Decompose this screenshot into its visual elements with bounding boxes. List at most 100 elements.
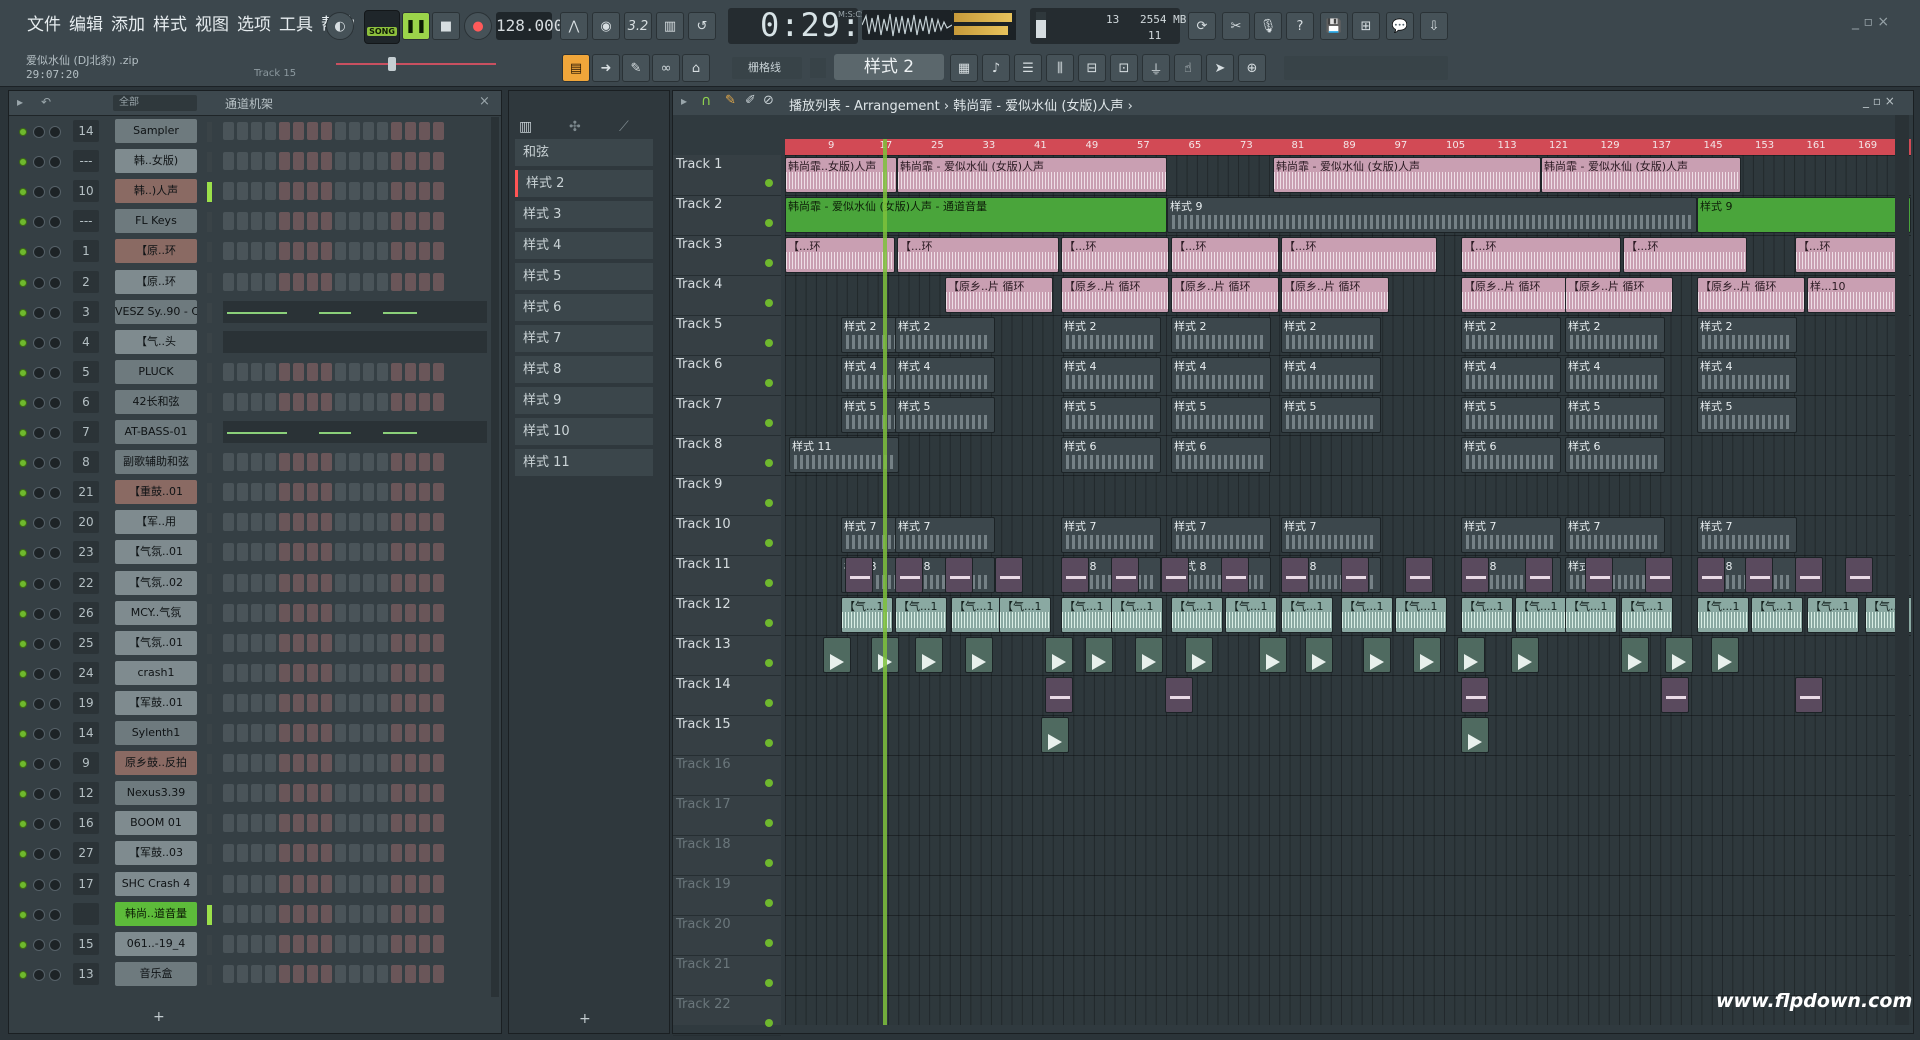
playlist-clip[interactable]: [1111, 557, 1139, 593]
playlist-clip[interactable]: 【...环: [785, 237, 895, 273]
step-button[interactable]: [251, 844, 262, 863]
step-button[interactable]: [279, 453, 290, 472]
step-button[interactable]: [279, 603, 290, 622]
volume-knob-icon[interactable]: [49, 366, 61, 379]
pan-knob-icon[interactable]: [33, 306, 45, 319]
browser-icon[interactable]: ⊟: [1078, 54, 1106, 82]
undo-icon[interactable]: ↶: [41, 95, 51, 109]
volume-knob-icon[interactable]: [49, 547, 61, 560]
step-button[interactable]: [391, 453, 402, 472]
channel-row[interactable]: 23 【气氛..01: [9, 538, 489, 568]
step-button[interactable]: [405, 693, 416, 712]
delete-tool-icon[interactable]: ⊘: [763, 93, 774, 108]
mixer-track-number[interactable]: 2: [73, 270, 99, 293]
mixer-track-number[interactable]: 5: [73, 360, 99, 383]
step-button[interactable]: [307, 272, 318, 291]
mixer-track-number[interactable]: 4: [73, 330, 99, 353]
step-button[interactable]: [405, 964, 416, 983]
step-button[interactable]: [293, 392, 304, 411]
stop-button[interactable]: ■: [432, 12, 460, 40]
step-button[interactable]: [321, 603, 332, 622]
volume-knob-icon[interactable]: [49, 156, 61, 169]
channel-name-button[interactable]: 【原..环: [115, 239, 197, 264]
step-button[interactable]: [377, 754, 388, 773]
channel-select-indicator[interactable]: [207, 302, 212, 323]
step-button[interactable]: [433, 483, 444, 502]
channel-select-indicator[interactable]: [207, 423, 212, 443]
playlist-clip[interactable]: [1061, 557, 1089, 593]
mute-led-icon[interactable]: [19, 158, 27, 167]
playlist-clip[interactable]: [1363, 637, 1391, 673]
step-button[interactable]: [433, 934, 444, 953]
step-button[interactable]: [223, 693, 234, 712]
channel-select-indicator[interactable]: [207, 122, 212, 142]
step-button[interactable]: [223, 392, 234, 411]
step-button[interactable]: [321, 964, 332, 983]
track-mute-led-icon[interactable]: [765, 379, 773, 387]
channel-row[interactable]: 8 副歌辅助和弦: [9, 448, 489, 478]
track-mute-led-icon[interactable]: [765, 259, 773, 267]
playlist-clip[interactable]: [1795, 677, 1823, 713]
playlist-clip[interactable]: 【原乡..片 循环: [1461, 277, 1569, 313]
step-button[interactable]: [237, 242, 248, 261]
step-button[interactable]: [335, 633, 346, 652]
volume-knob-icon[interactable]: [49, 276, 61, 289]
channel-name-button[interactable]: 【原..环: [115, 269, 197, 294]
step-sequence[interactable]: [223, 784, 444, 803]
step-sequencer-icon[interactable]: ♪: [982, 54, 1010, 82]
step-button[interactable]: [293, 784, 304, 803]
step-sequence[interactable]: [223, 754, 444, 773]
track-mute-led-icon[interactable]: [765, 539, 773, 547]
playlist-clip[interactable]: [1711, 637, 1739, 673]
step-button[interactable]: [237, 603, 248, 622]
mute-led-icon[interactable]: [19, 970, 27, 979]
step-button[interactable]: [405, 874, 416, 893]
mute-led-icon[interactable]: [19, 820, 27, 829]
step-button[interactable]: [335, 272, 346, 291]
step-button[interactable]: [223, 242, 234, 261]
channel-select-indicator[interactable]: [207, 332, 212, 353]
channel-row[interactable]: 14 Sampler: [9, 117, 489, 147]
track-header[interactable]: Track 4: [673, 275, 781, 316]
step-button[interactable]: [419, 964, 430, 983]
step-button[interactable]: [265, 182, 276, 201]
volume-knob-icon[interactable]: [49, 577, 61, 590]
playlist-clip[interactable]: 样式 5: [895, 397, 995, 433]
volume-knob-icon[interactable]: [49, 457, 61, 470]
step-button[interactable]: [279, 754, 290, 773]
mute-led-icon[interactable]: [19, 278, 27, 287]
step-button[interactable]: [419, 874, 430, 893]
step-button[interactable]: [363, 904, 374, 923]
step-button[interactable]: [433, 724, 444, 742]
step-button[interactable]: [433, 362, 444, 381]
step-button[interactable]: [363, 874, 374, 893]
step-sequence[interactable]: [223, 663, 444, 682]
channel-select-indicator[interactable]: [207, 934, 212, 955]
playlist-clip[interactable]: [1461, 677, 1489, 713]
channel-name-button[interactable]: PLUCK: [115, 359, 197, 384]
pan-knob-icon[interactable]: [33, 758, 45, 771]
mute-led-icon[interactable]: [19, 519, 27, 528]
step-button[interactable]: [265, 513, 276, 532]
step-button[interactable]: [265, 844, 276, 863]
step-button[interactable]: [433, 904, 444, 923]
playlist-clip[interactable]: [1161, 557, 1189, 593]
channel-row[interactable]: 21 【重鼓..01: [9, 478, 489, 508]
playlist-clip[interactable]: 【原乡..片 循环: [1061, 277, 1169, 313]
step-button[interactable]: [279, 844, 290, 863]
playlist-clip[interactable]: [1165, 677, 1193, 713]
channel-name-button[interactable]: 原乡鼓..反拍: [115, 751, 197, 776]
step-button[interactable]: [335, 483, 346, 502]
step-button[interactable]: [307, 754, 318, 773]
playlist-clip[interactable]: 样式 9: [1697, 197, 1911, 233]
download-icon[interactable]: ⇩: [1420, 12, 1448, 40]
step-button[interactable]: [391, 844, 402, 863]
step-button[interactable]: [419, 392, 430, 411]
channel-row[interactable]: 19 【军鼓..01: [9, 689, 489, 719]
step-button[interactable]: [391, 152, 402, 171]
step-button[interactable]: [279, 693, 290, 712]
step-button[interactable]: [405, 483, 416, 502]
step-button[interactable]: [293, 964, 304, 983]
channel-row[interactable]: 5 PLUCK: [9, 358, 489, 388]
pan-knob-icon[interactable]: [33, 968, 45, 981]
